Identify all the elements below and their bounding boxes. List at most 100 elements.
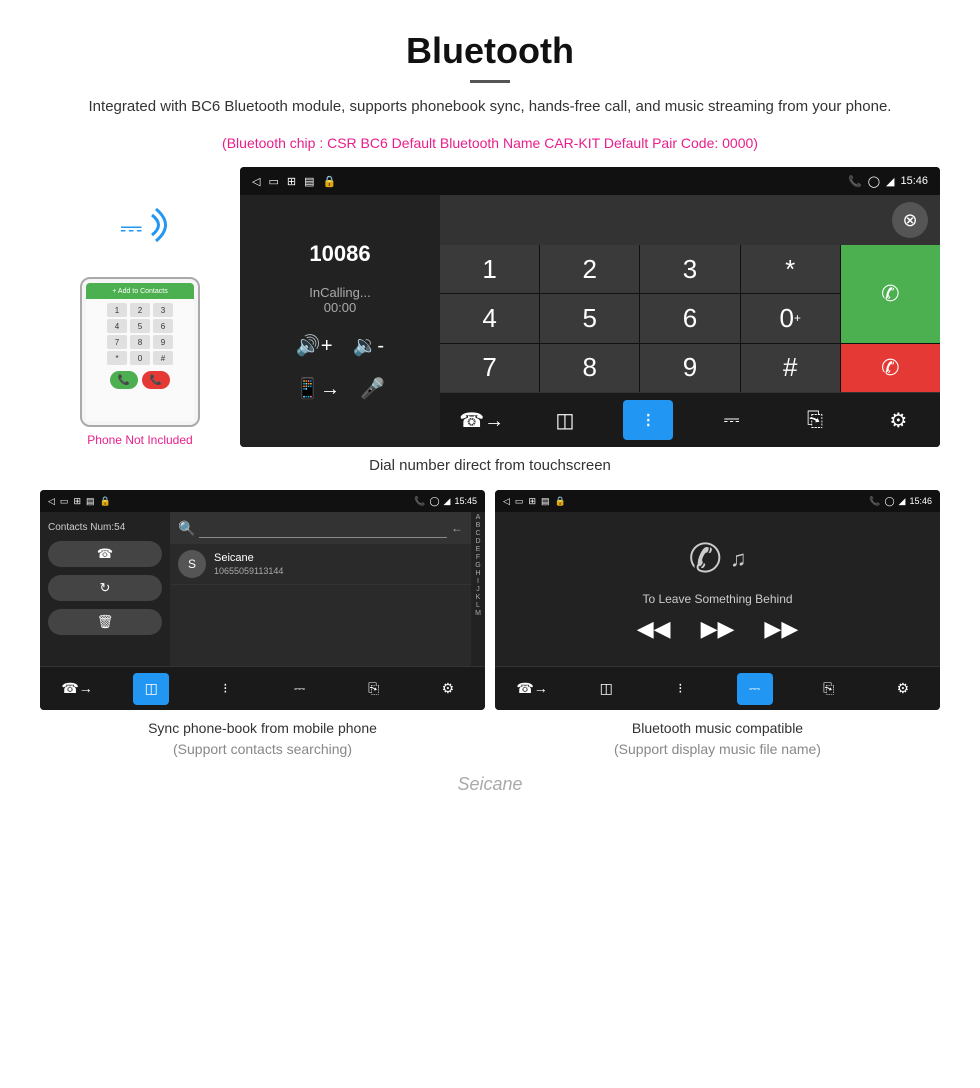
dial-key-4[interactable]: 4 — [440, 294, 539, 342]
main-android-screen: ◁ ▭ ⊞ ▤ 🔒 📞 ◯ ◢ 15:46 10086 InCalling...… — [240, 167, 940, 447]
bottom-btn-transfer[interactable]: ☎→ — [457, 400, 507, 440]
music-sim-icon: ▤ — [541, 496, 550, 507]
location-icon: ◯ — [868, 175, 880, 188]
backspace-button[interactable]: ⊗ — [892, 202, 928, 238]
music-play-pause-button[interactable]: ▶▶ — [701, 616, 735, 642]
bottom-btn-settings[interactable]: ⚙ — [873, 400, 923, 440]
contacts-bottom-bar: ☎→ ◫ ⁝ ⎓ ⎘ ⚙ — [40, 666, 485, 710]
wifi-icon: ◢ — [886, 175, 894, 188]
contacts-back-icon: ◁ — [48, 496, 55, 507]
watermark: Seicane — [0, 764, 980, 815]
dial-right-panel: ⊗ 1 2 3 * ✆ 4 5 6 0+ 7 8 9 # ✆ — [440, 195, 940, 447]
contacts-bottom-settings[interactable]: ⚙ — [430, 673, 466, 705]
dial-keypad-grid: 1 2 3 * ✆ 4 5 6 0+ 7 8 9 # ✆ — [440, 245, 940, 392]
phone-key-8: 8 — [130, 335, 150, 349]
contacts-window-icon: ▭ — [60, 496, 69, 507]
music-grid-icon: ⊞ — [528, 496, 536, 507]
dial-key-1[interactable]: 1 — [440, 245, 539, 293]
dial-key-2[interactable]: 2 — [540, 245, 639, 293]
music-icon-area: ✆ ♫ — [688, 536, 746, 582]
dial-key-7[interactable]: 7 — [440, 344, 539, 392]
backspace-small-icon[interactable]: ← — [451, 521, 463, 535]
vol-up-icon[interactable]: 🔊+ — [296, 333, 333, 358]
contacts-bottom-contacts[interactable]: ◫ — [133, 673, 169, 705]
dial-phone-row: 📱→ 🎤 — [295, 376, 385, 401]
music-bottom-phone-out[interactable]: ⎘ — [811, 673, 847, 705]
music-song-title: To Leave Something Behind — [642, 592, 792, 606]
status-time: 15:46 — [900, 175, 928, 187]
phone-left-panel: ⎓ + Add to Contacts 1 2 3 4 5 6 — [40, 167, 240, 447]
phone-out-icon[interactable]: 📱→ — [295, 376, 340, 401]
status-right: 📞 ◯ ◢ 15:46 — [848, 175, 928, 188]
window-icon: ▭ — [268, 175, 278, 188]
contacts-status-right: 📞 ◯ ◢ 15:45 — [414, 496, 477, 507]
page-header: Bluetooth Integrated with BC6 Bluetooth … — [0, 0, 980, 129]
music-next-button[interactable]: ▶▶ — [764, 616, 798, 642]
contacts-caption: Sync phone-book from mobile phone(Suppor… — [40, 710, 485, 764]
svg-text:⎓: ⎓ — [120, 212, 142, 243]
music-caption: Bluetooth music compatible(Support displ… — [495, 710, 940, 764]
phone-key-2: 2 — [130, 303, 150, 317]
dial-key-5[interactable]: 5 — [540, 294, 639, 342]
vol-down-icon[interactable]: 🔉- — [353, 333, 385, 358]
dial-number-display: 10086 — [309, 241, 370, 267]
phone-mockup: + Add to Contacts 1 2 3 4 5 6 7 8 9 — [80, 277, 200, 427]
music-time: 15:46 — [909, 496, 932, 506]
mic-icon[interactable]: 🎤 — [360, 376, 385, 401]
dial-key-star[interactable]: * — [741, 245, 840, 293]
phone-key-5: 5 — [130, 319, 150, 333]
dial-key-0plus[interactable]: 0+ — [741, 294, 840, 342]
main-caption: Dial number direct from touchscreen — [0, 447, 980, 490]
music-prev-button[interactable]: ◀◀ — [637, 616, 671, 642]
music-window-icon: ▭ — [515, 496, 524, 507]
music-bottom-contacts[interactable]: ◫ — [588, 673, 624, 705]
call-end-button[interactable]: ✆ — [841, 344, 940, 392]
phone-key-star: * — [107, 351, 127, 365]
contacts-status-left: ◁ ▭ ⊞ ▤ 🔒 — [48, 496, 111, 507]
contacts-search-input[interactable] — [199, 518, 447, 538]
music-lock-icon: 🔒 — [555, 496, 566, 507]
music-status-left: ◁ ▭ ⊞ ▤ 🔒 — [503, 496, 566, 507]
contact-phone: 10655059113144 — [214, 566, 283, 576]
contacts-bottom-phone-out[interactable]: ⎘ — [356, 673, 392, 705]
bottom-btn-dialpad[interactable]: ⁝ — [623, 400, 673, 440]
battery-icon: 🔒 — [323, 175, 337, 188]
dial-key-hash[interactable]: # — [741, 344, 840, 392]
music-bottom-settings[interactable]: ⚙ — [885, 673, 921, 705]
music-bottom-phone[interactable]: ☎→ — [514, 673, 550, 705]
bottom-btn-phone-out[interactable]: ⎘ — [790, 400, 840, 440]
contacts-bottom-phone[interactable]: ☎→ — [59, 673, 95, 705]
dial-key-9[interactable]: 9 — [640, 344, 739, 392]
music-screen-content: ✆ ♫ To Leave Something Behind ◀◀ ▶▶ ▶▶ — [495, 512, 940, 666]
contact-list-item[interactable]: S Seicane 10655059113144 — [170, 544, 471, 585]
bottom-btn-bluetooth[interactable]: ⎓ — [707, 400, 757, 440]
back-icon: ◁ — [252, 175, 260, 188]
contacts-screen-wrap: ◁ ▭ ⊞ ▤ 🔒 📞 ◯ ◢ 15:45 Contacts Num:54 ☎ — [40, 490, 485, 764]
contact-sync-btn[interactable]: ↻ — [48, 575, 162, 601]
contact-delete-btn[interactable]: 🗑 — [48, 609, 162, 635]
phone-key-7: 7 — [107, 335, 127, 349]
music-bottom-bluetooth[interactable]: ⎓ — [737, 673, 773, 705]
phone-not-included-label: Phone Not Included — [87, 433, 192, 447]
bottom-btn-contacts[interactable]: ◫ — [540, 400, 590, 440]
alphabet-index: A B C D E F G H I J K L M — [471, 512, 485, 666]
contacts-bottom-bluetooth[interactable]: ⎓ — [282, 673, 318, 705]
main-screen-wrap: ⎓ + Add to Contacts 1 2 3 4 5 6 — [0, 167, 980, 447]
music-bottom-dialpad[interactable]: ⁝ — [662, 673, 698, 705]
phone-content: 1 2 3 4 5 6 7 8 9 * 0 # — [86, 299, 194, 421]
dial-key-8[interactable]: 8 — [540, 344, 639, 392]
phone-call-green[interactable]: 📞 — [110, 371, 138, 389]
contact-call-btn[interactable]: ☎ — [48, 541, 162, 567]
contacts-search-row: 🔍 ← — [170, 512, 471, 544]
dial-key-3[interactable]: 3 — [640, 245, 739, 293]
dial-key-6[interactable]: 6 — [640, 294, 739, 342]
contacts-android-screen: ◁ ▭ ⊞ ▤ 🔒 📞 ◯ ◢ 15:45 Contacts Num:54 ☎ — [40, 490, 485, 710]
call-answer-button[interactable]: ✆ — [841, 245, 940, 343]
contacts-status-bar: ◁ ▭ ⊞ ▤ 🔒 📞 ◯ ◢ 15:45 — [40, 490, 485, 512]
contacts-phone-icon: 📞 — [414, 496, 425, 507]
music-back-icon: ◁ — [503, 496, 510, 507]
contacts-bottom-dialpad[interactable]: ⁝ — [207, 673, 243, 705]
phone-call-red[interactable]: 📞 — [142, 371, 170, 389]
header-description: Integrated with BC6 Bluetooth module, su… — [20, 95, 960, 119]
contacts-sim-icon: ▤ — [86, 496, 95, 507]
